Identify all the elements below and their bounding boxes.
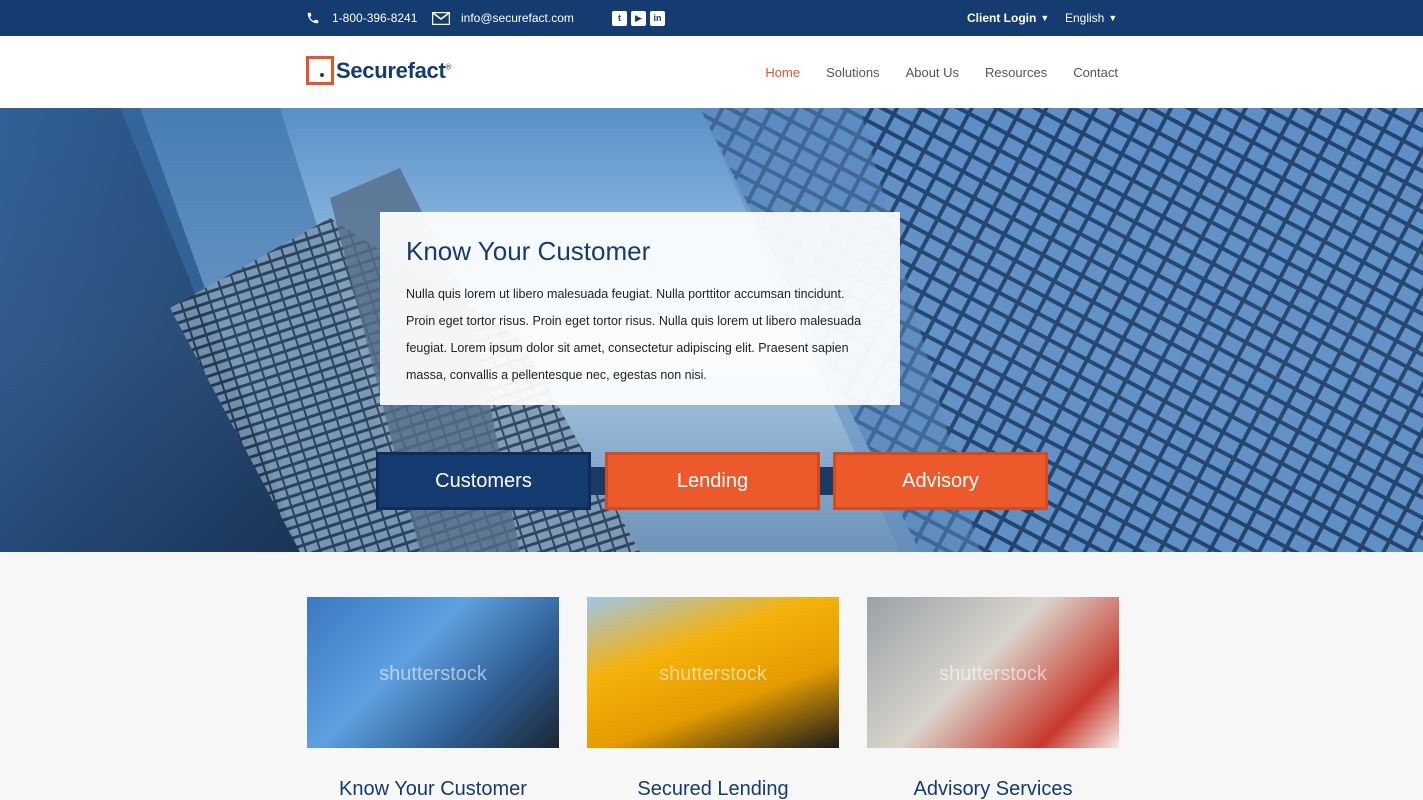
logo[interactable]: Securefact® xyxy=(306,56,451,85)
chevron-down-icon: ▼ xyxy=(1108,13,1118,23)
nav-contact[interactable]: Contact xyxy=(1073,65,1118,80)
twitter-icon[interactable]: t xyxy=(612,10,627,26)
card-title[interactable]: Know Your Customer xyxy=(307,778,559,800)
card-title[interactable]: Secured Lending xyxy=(587,778,839,800)
logo-mark-icon xyxy=(306,56,334,85)
hero-title: Know Your Customer xyxy=(406,236,651,266)
envelope-icon xyxy=(432,11,450,25)
lending-button[interactable]: Lending xyxy=(605,452,820,510)
watermark: shutterstock xyxy=(659,663,767,685)
hero-banner: Know Your Customer Nulla quis lorem ut l… xyxy=(0,108,1423,552)
watermark: shutterstock xyxy=(379,663,487,685)
phone-contact[interactable]: 1-800-396-8241 xyxy=(306,0,417,36)
handshake-photo: shutterstock xyxy=(307,597,559,748)
language-label: English xyxy=(1065,11,1105,25)
watermark: shutterstock xyxy=(939,663,1047,685)
email-address: info@securefact.com xyxy=(461,11,574,25)
card-title[interactable]: Advisory Services xyxy=(867,778,1119,800)
linkedin-icon[interactable]: in xyxy=(650,10,665,26)
social-links: t ▶ in xyxy=(612,0,665,36)
customers-button[interactable]: Customers xyxy=(376,452,591,510)
hero-body: Nulla quis lorem ut libero malesuada feu… xyxy=(406,287,862,382)
registered-mark: ® xyxy=(445,62,452,72)
service-card-lending[interactable]: shutterstock Secured Lending xyxy=(587,597,839,800)
phone-icon xyxy=(307,12,319,24)
language-selector[interactable]: English ▼ xyxy=(1065,0,1117,36)
advisory-button[interactable]: Advisory xyxy=(833,452,1048,510)
site-header: Securefact® Home Solutions About Us Reso… xyxy=(0,36,1423,108)
youtube-icon[interactable]: ▶ xyxy=(631,10,646,26)
construction-equipment-photo: shutterstock xyxy=(587,597,839,748)
top-bar: 1-800-396-8241 info@securefact.com t ▶ i… xyxy=(0,0,1423,36)
main-nav: Home Solutions About Us Resources Contac… xyxy=(765,36,1118,108)
email-contact[interactable]: info@securefact.com xyxy=(432,0,574,36)
client-login-label: Client Login xyxy=(967,11,1037,25)
phone-number: 1-800-396-8241 xyxy=(332,11,418,25)
service-card-kyc[interactable]: shutterstock Know Your Customer xyxy=(307,597,559,800)
nav-about-us[interactable]: About Us xyxy=(906,65,959,80)
chevron-down-icon: ▼ xyxy=(1040,13,1050,23)
service-card-advisory[interactable]: shutterstock Advisory Services xyxy=(867,597,1119,800)
client-login-menu[interactable]: Client Login ▼ xyxy=(967,0,1049,36)
nav-home[interactable]: Home xyxy=(765,65,800,80)
meeting-photo: shutterstock xyxy=(867,597,1119,748)
hero-text-card: Know Your Customer Nulla quis lorem ut l… xyxy=(380,212,900,405)
nav-solutions[interactable]: Solutions xyxy=(826,65,879,80)
logo-text: Securefact xyxy=(336,57,446,83)
button-connector xyxy=(590,467,606,495)
nav-resources[interactable]: Resources xyxy=(985,65,1047,80)
